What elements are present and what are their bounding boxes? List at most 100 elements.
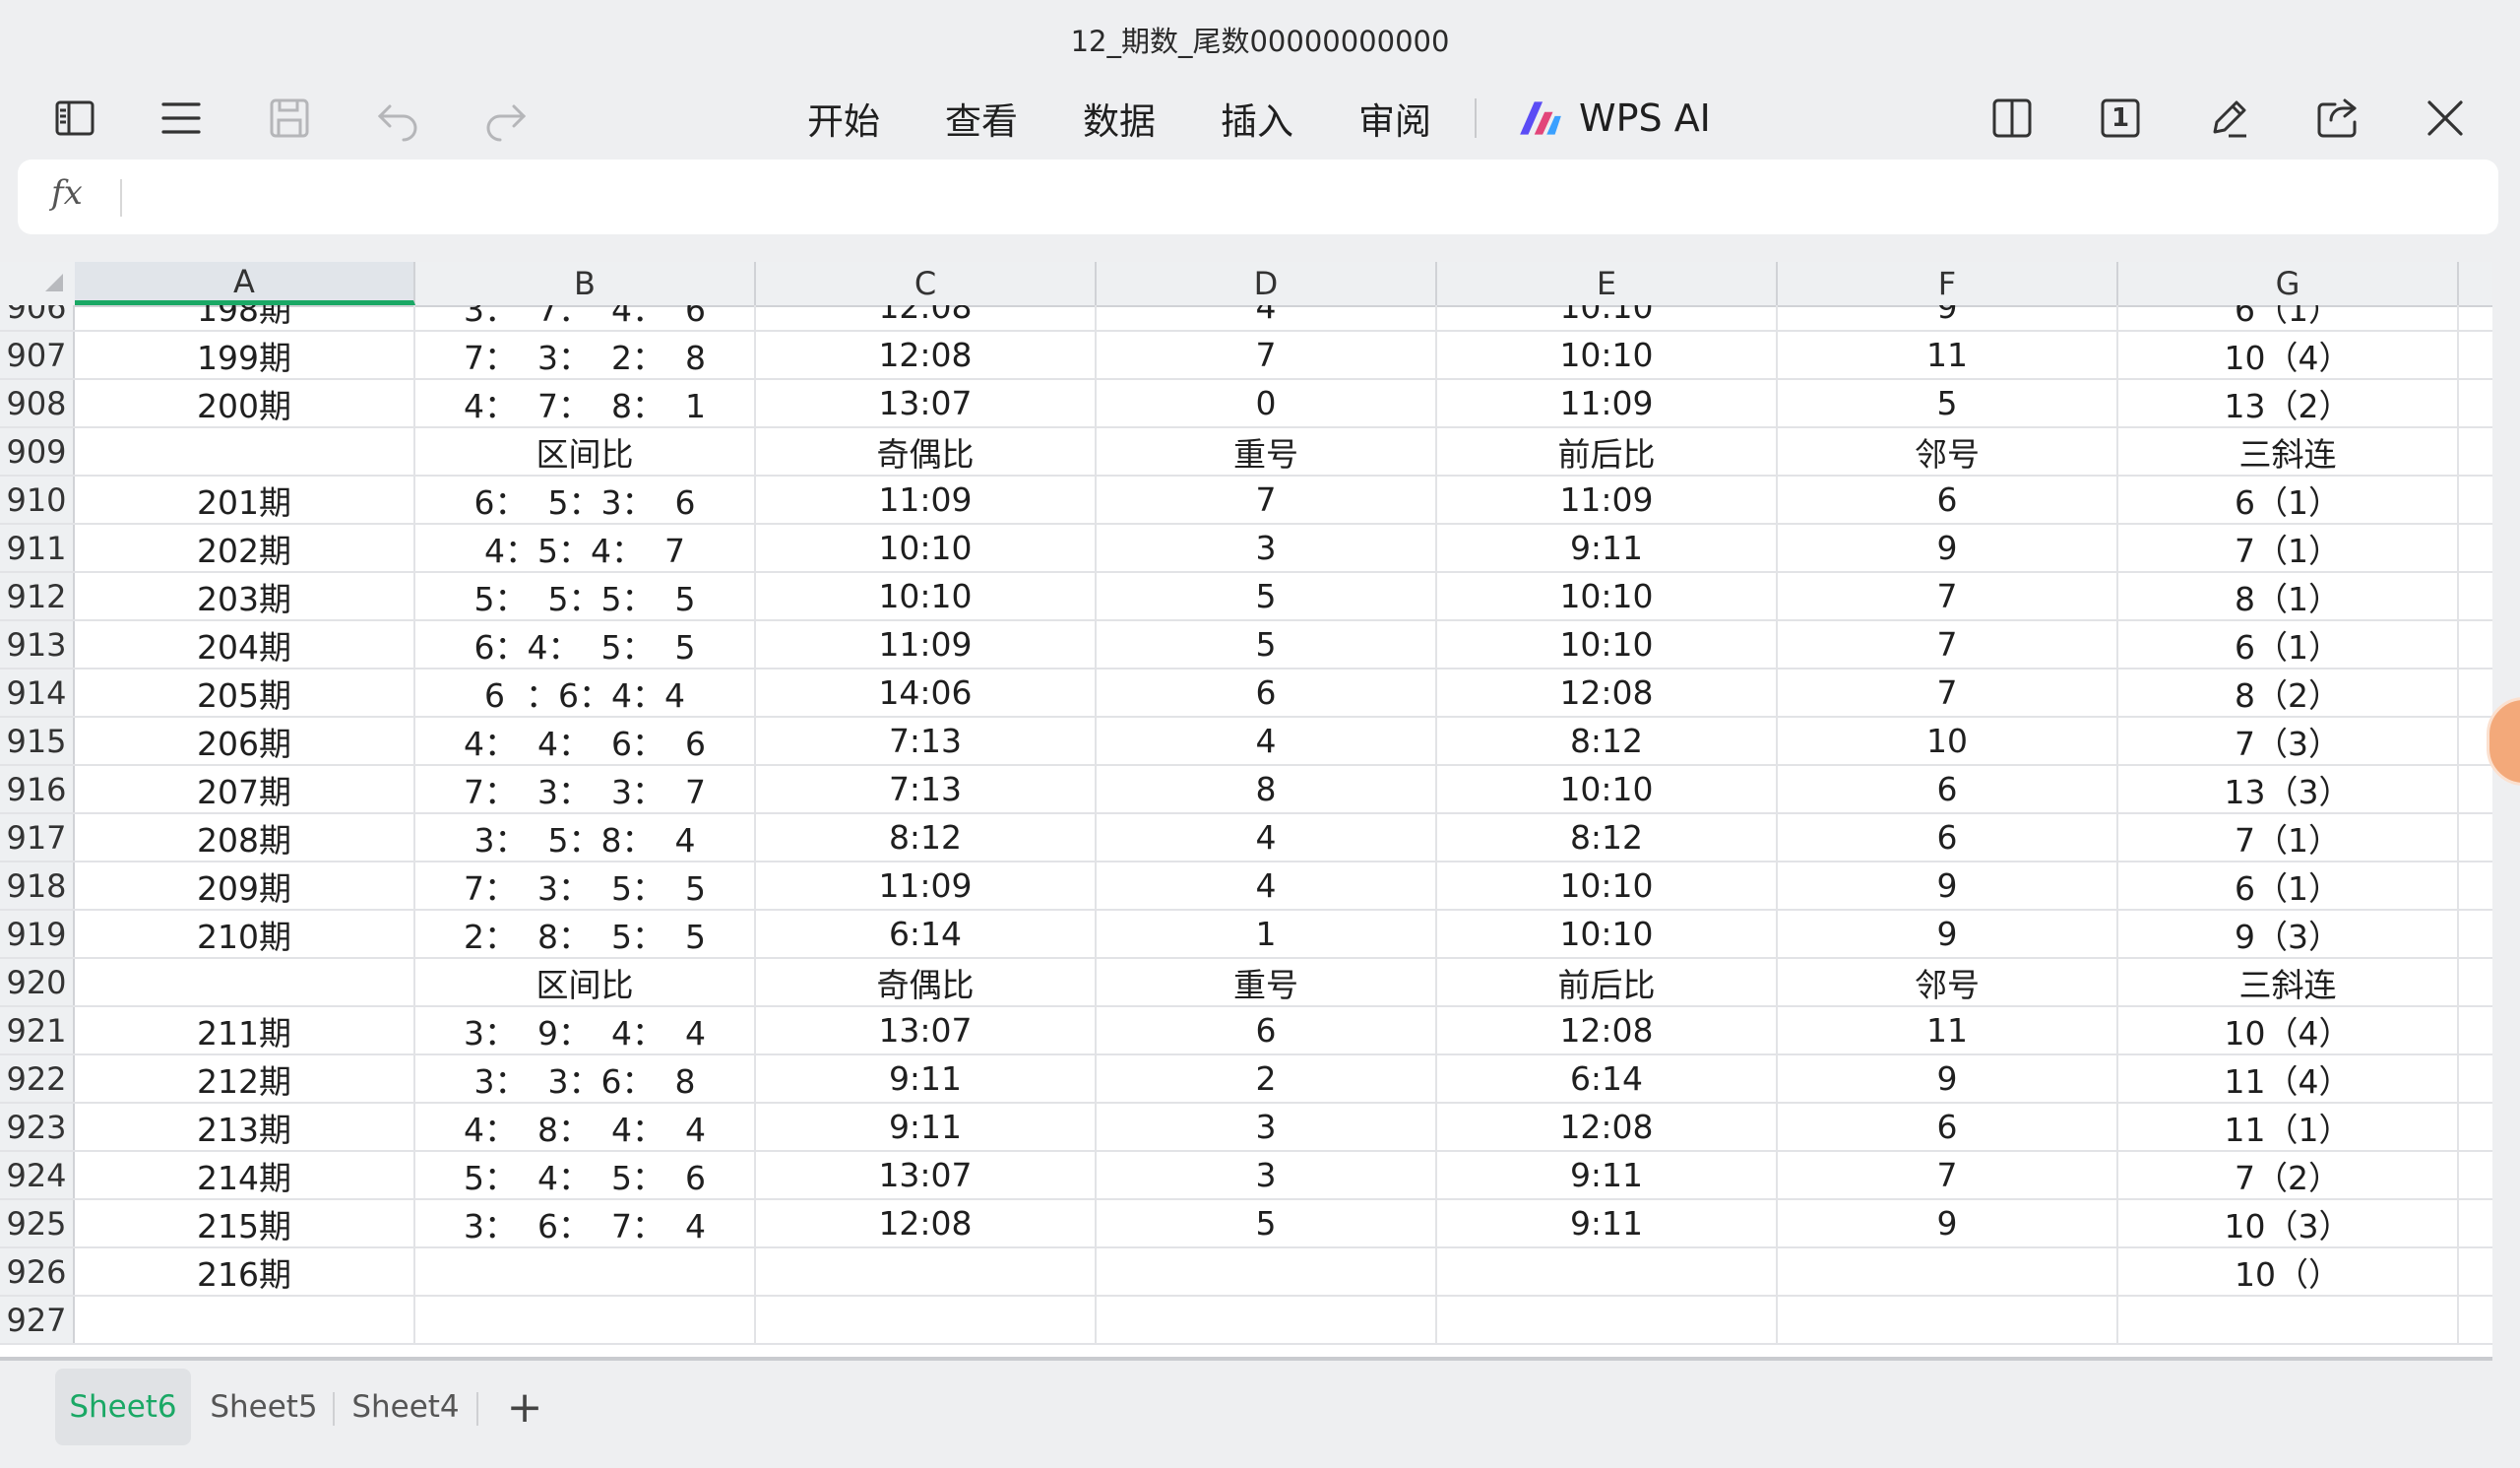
cell-e921[interactable]: 12:08 — [1437, 1007, 1778, 1053]
cell-g906[interactable]: 6（1） — [2118, 305, 2459, 330]
cell-b921[interactable]: 3： 9： 4： 4 — [415, 1007, 756, 1053]
cell-d916[interactable]: 8 — [1097, 766, 1437, 812]
cell-a923[interactable]: 213期 — [75, 1104, 415, 1150]
cell-d906[interactable]: 4 — [1097, 305, 1437, 330]
row-number[interactable]: 917 — [0, 814, 75, 861]
cell-b925[interactable]: 3： 6： 7： 4 — [415, 1200, 756, 1246]
cell-b922[interactable]: 3： 3：6： 8 — [415, 1055, 756, 1102]
menu-review[interactable]: 审阅 — [1358, 79, 1431, 158]
cell-e907[interactable]: 10:10 — [1437, 332, 1778, 378]
cell-f913[interactable]: 7 — [1778, 621, 2118, 668]
cell-g919[interactable]: 9（3） — [2118, 911, 2459, 957]
cell-f915[interactable]: 10 — [1778, 718, 2118, 764]
cell-f920[interactable]: 邻号 — [1778, 959, 2118, 1005]
cell-f911[interactable]: 9 — [1778, 525, 2118, 571]
cell-f923[interactable]: 6 — [1778, 1104, 2118, 1150]
cell-d927[interactable] — [1097, 1297, 1437, 1343]
cell-e915[interactable]: 8:12 — [1437, 718, 1778, 764]
cell-d908[interactable]: 0 — [1097, 380, 1437, 426]
sheet-tab-sheet6[interactable]: Sheet6 — [55, 1369, 191, 1445]
cell-b910[interactable]: 6： 5：3： 6 — [415, 477, 756, 523]
cell-g921[interactable]: 10（4） — [2118, 1007, 2459, 1053]
cell-a917[interactable]: 208期 — [75, 814, 415, 861]
cell-d924[interactable]: 3 — [1097, 1152, 1437, 1198]
cell-c918[interactable]: 11:09 — [756, 862, 1097, 909]
column-header-d[interactable]: D — [1097, 262, 1437, 305]
split-view-icon[interactable] — [1984, 91, 2040, 146]
cell-c908[interactable]: 13:07 — [756, 380, 1097, 426]
cell-a906[interactable]: 198期 — [75, 305, 415, 330]
cell-a918[interactable]: 209期 — [75, 862, 415, 909]
column-header-f[interactable]: F — [1778, 262, 2118, 305]
row-number[interactable]: 909 — [0, 428, 75, 475]
cell-c927[interactable] — [756, 1297, 1097, 1343]
cell-d926[interactable] — [1097, 1248, 1437, 1295]
cell-f908[interactable]: 5 — [1778, 380, 2118, 426]
cell-g927[interactable] — [2118, 1297, 2459, 1343]
row-number[interactable]: 916 — [0, 766, 75, 812]
cell-g917[interactable]: 7（1） — [2118, 814, 2459, 861]
share-icon[interactable] — [2309, 91, 2364, 146]
cell-f909[interactable]: 邻号 — [1778, 428, 2118, 475]
undo-icon[interactable] — [370, 91, 425, 146]
cell-c915[interactable]: 7:13 — [756, 718, 1097, 764]
cell-c921[interactable]: 13:07 — [756, 1007, 1097, 1053]
cell-e906[interactable]: 10:10 — [1437, 305, 1778, 330]
cell-f927[interactable] — [1778, 1297, 2118, 1343]
cell-b920[interactable]: 区间比 — [415, 959, 756, 1005]
cell-e925[interactable]: 9:11 — [1437, 1200, 1778, 1246]
cell-d918[interactable]: 4 — [1097, 862, 1437, 909]
cell-g913[interactable]: 6（1） — [2118, 621, 2459, 668]
cell-d920[interactable]: 重号 — [1097, 959, 1437, 1005]
cell-a914[interactable]: 205期 — [75, 670, 415, 716]
cell-c909[interactable]: 奇偶比 — [756, 428, 1097, 475]
cell-e922[interactable]: 6:14 — [1437, 1055, 1778, 1102]
cell-g922[interactable]: 11（4） — [2118, 1055, 2459, 1102]
row-number[interactable]: 927 — [0, 1297, 75, 1343]
menu-view[interactable]: 查看 — [945, 79, 1018, 158]
cell-g910[interactable]: 6（1） — [2118, 477, 2459, 523]
cell-f916[interactable]: 6 — [1778, 766, 2118, 812]
row-number[interactable]: 907 — [0, 332, 75, 378]
cell-b906[interactable]: 3： 7： 4： 6 — [415, 305, 756, 330]
cell-d919[interactable]: 1 — [1097, 911, 1437, 957]
wps-ai-button[interactable]: WPS AI — [1516, 79, 1711, 158]
cell-d923[interactable]: 3 — [1097, 1104, 1437, 1150]
cell-a927[interactable] — [75, 1297, 415, 1343]
cell-f924[interactable]: 7 — [1778, 1152, 2118, 1198]
cell-b919[interactable]: 2： 8： 5： 5 — [415, 911, 756, 957]
cell-a911[interactable]: 202期 — [75, 525, 415, 571]
cell-c917[interactable]: 8:12 — [756, 814, 1097, 861]
cell-d922[interactable]: 2 — [1097, 1055, 1437, 1102]
cell-g915[interactable]: 7（3） — [2118, 718, 2459, 764]
cell-f912[interactable]: 7 — [1778, 573, 2118, 619]
cell-e913[interactable]: 10:10 — [1437, 621, 1778, 668]
cell-a913[interactable]: 204期 — [75, 621, 415, 668]
cell-a925[interactable]: 215期 — [75, 1200, 415, 1246]
cell-g923[interactable]: 11（1） — [2118, 1104, 2459, 1150]
sidebar-icon[interactable] — [47, 91, 102, 146]
menu-data[interactable]: 数据 — [1083, 79, 1156, 158]
cell-a908[interactable]: 200期 — [75, 380, 415, 426]
select-all-corner[interactable] — [0, 262, 77, 305]
sheet-tab-sheet5[interactable]: Sheet5 — [203, 1369, 325, 1445]
cell-g909[interactable]: 三斜连 — [2118, 428, 2459, 475]
cell-f926[interactable] — [1778, 1248, 2118, 1295]
cell-a907[interactable]: 199期 — [75, 332, 415, 378]
column-header-a[interactable]: A — [75, 262, 415, 305]
cell-b916[interactable]: 7： 3： 3： 7 — [415, 766, 756, 812]
close-icon[interactable] — [2418, 91, 2473, 146]
cell-b917[interactable]: 3： 5：8： 4 — [415, 814, 756, 861]
cell-b913[interactable]: 6：4： 5： 5 — [415, 621, 756, 668]
cell-b912[interactable]: 5： 5：5： 5 — [415, 573, 756, 619]
cell-c907[interactable]: 12:08 — [756, 332, 1097, 378]
cell-c923[interactable]: 9:11 — [756, 1104, 1097, 1150]
cell-c926[interactable] — [756, 1248, 1097, 1295]
cell-b926[interactable] — [415, 1248, 756, 1295]
cell-g924[interactable]: 7（2） — [2118, 1152, 2459, 1198]
fx-label[interactable]: fx — [51, 173, 83, 213]
row-number[interactable]: 918 — [0, 862, 75, 909]
row-number[interactable]: 921 — [0, 1007, 75, 1053]
row-number[interactable]: 912 — [0, 573, 75, 619]
cell-c920[interactable]: 奇偶比 — [756, 959, 1097, 1005]
